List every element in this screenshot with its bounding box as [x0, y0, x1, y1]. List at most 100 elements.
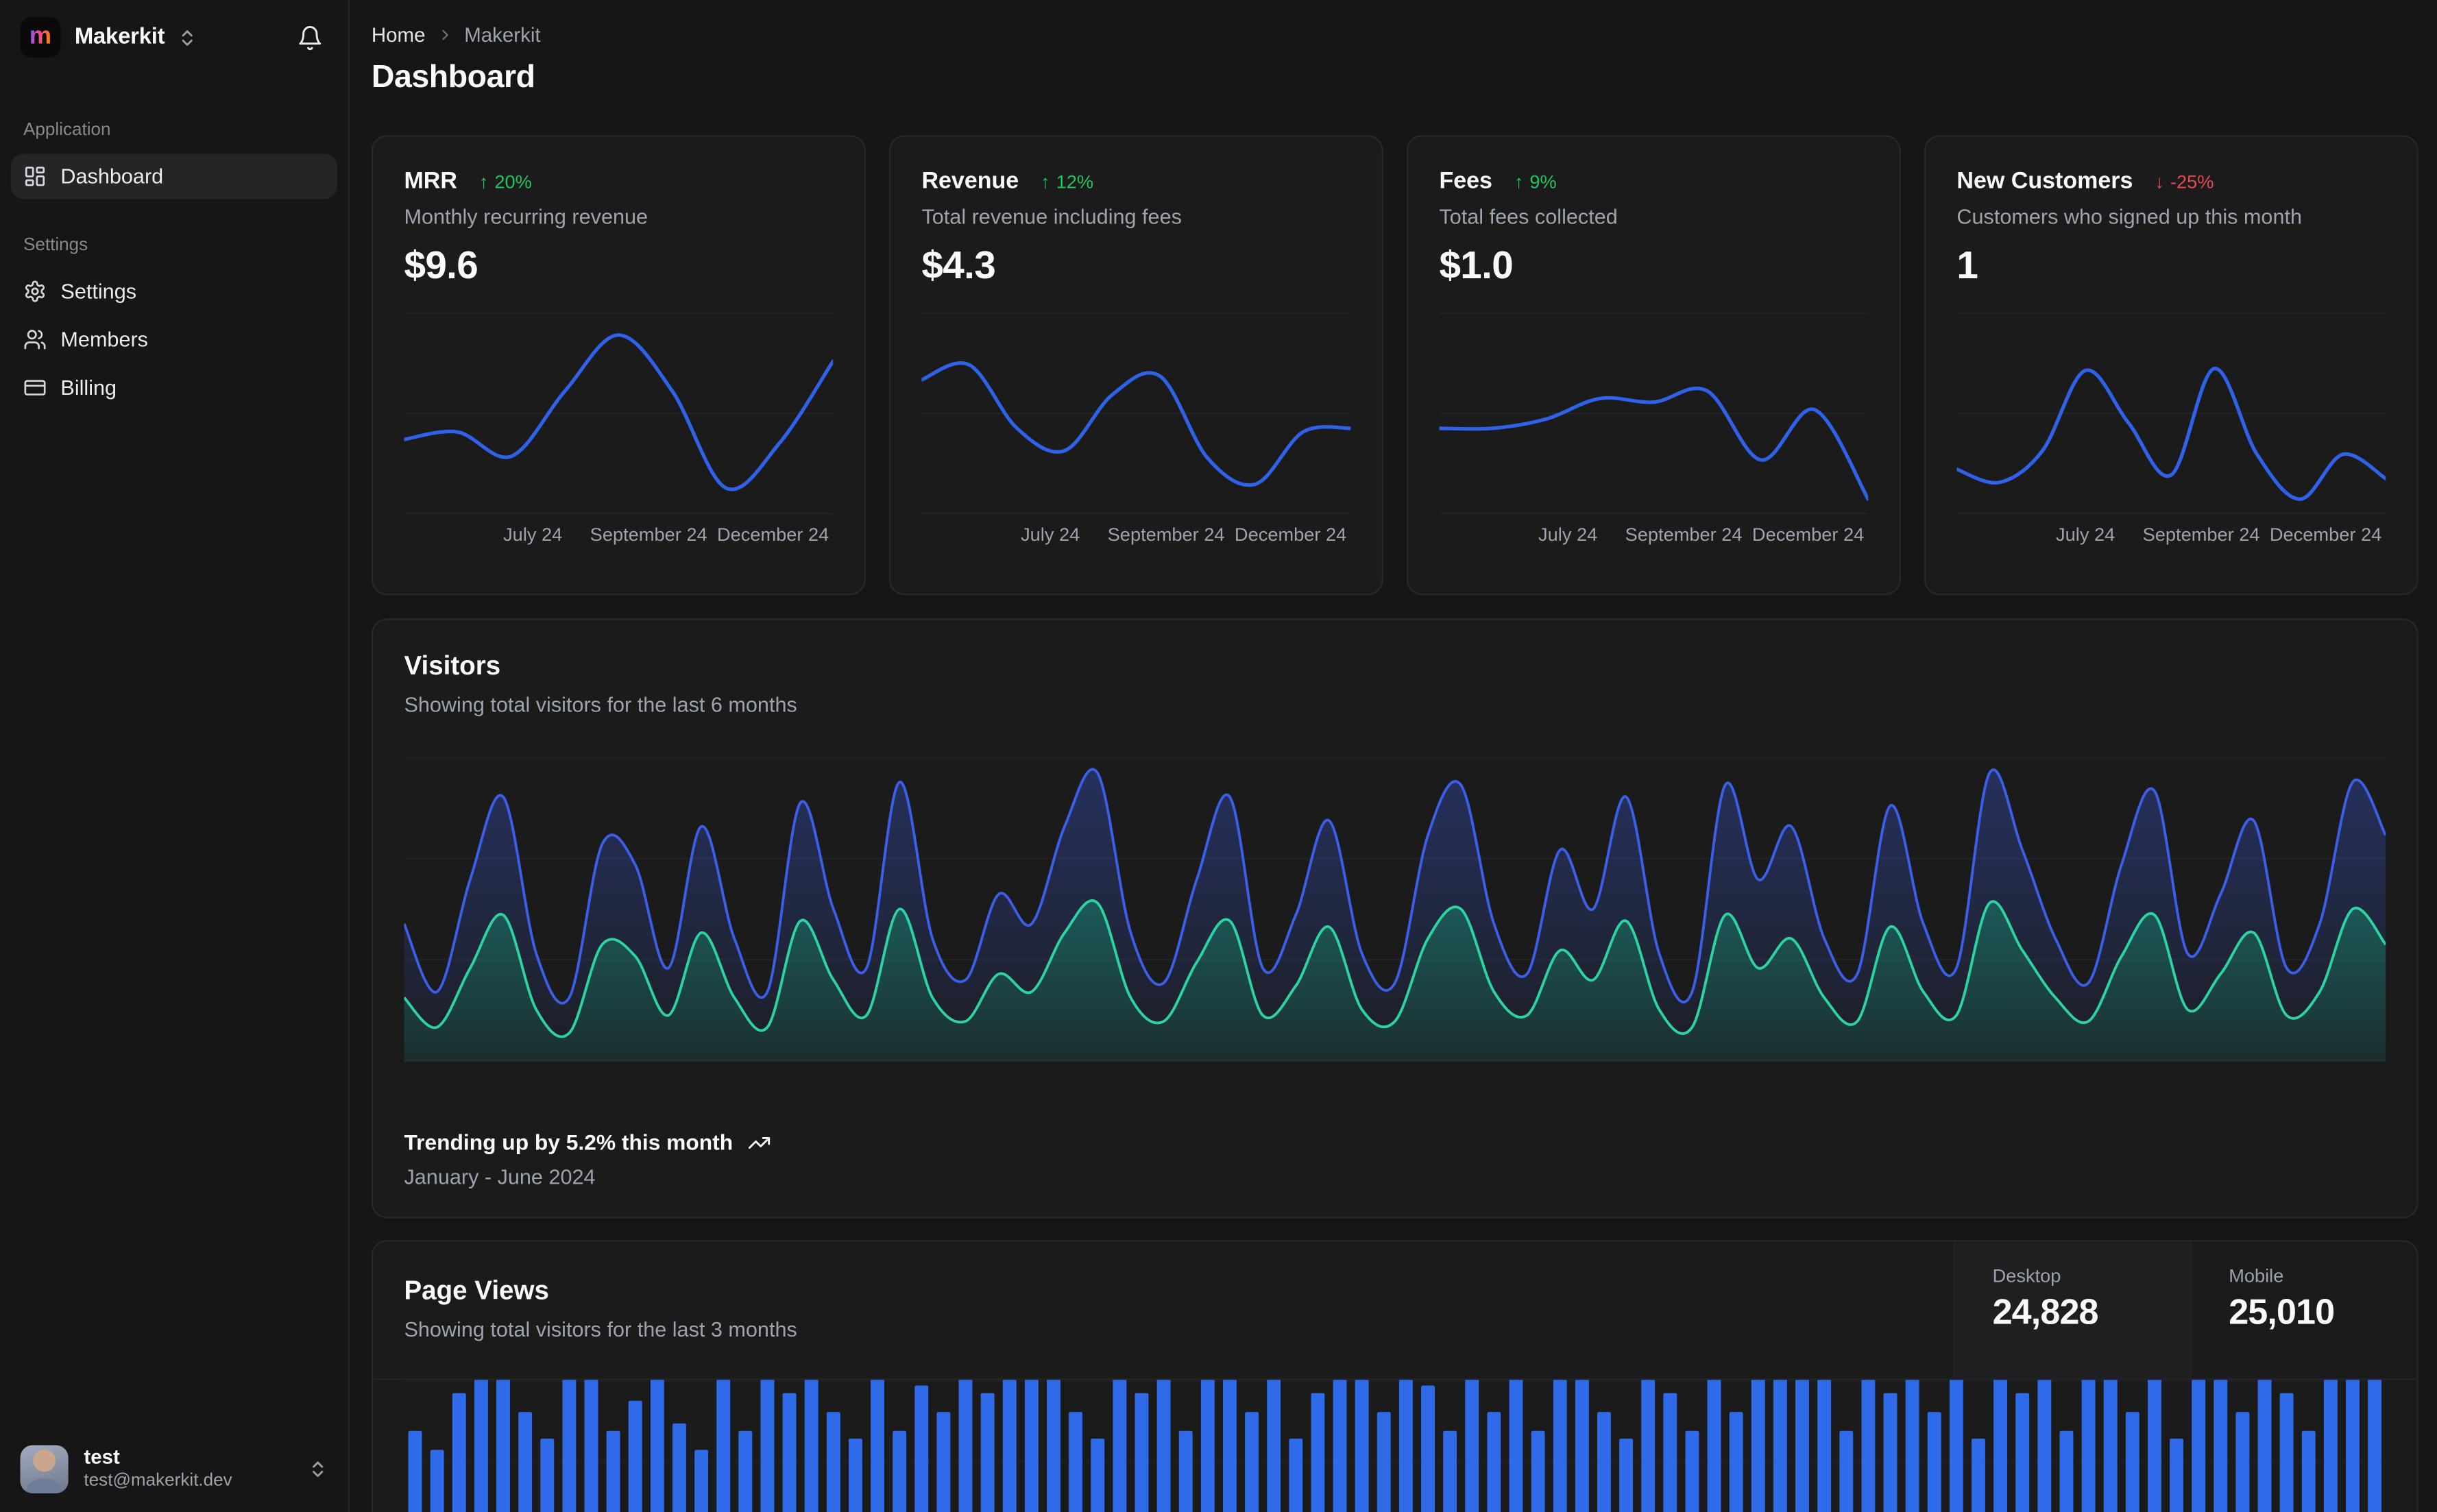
stat-delta-value: -25%	[2170, 170, 2214, 193]
workspace-logo-letter: m	[29, 23, 52, 50]
stat-subtitle: Monthly recurring revenue	[404, 205, 648, 229]
x-tick: July 24	[1021, 524, 1080, 546]
stat-delta-badge: ↑ 12%	[1041, 170, 1093, 192]
user-menu[interactable]: test test@makerkit.dev	[0, 1426, 348, 1512]
x-tick: September 24	[590, 524, 707, 546]
sidebar-nav-settings: Settings Members Billing	[0, 269, 348, 410]
arrow-up-icon: ↑	[1514, 170, 1524, 193]
mrr-sparkline-chart[interactable]	[404, 312, 834, 515]
stat-title: New Customers	[1956, 167, 2133, 195]
stat-value: 1	[1956, 243, 1978, 288]
nav-section-application: Application	[23, 121, 111, 141]
arrow-up-icon: ↑	[1040, 170, 1050, 193]
stat-value: $1.0	[1439, 243, 1514, 288]
sidebar: m Makerkit Application Dashboard Setting…	[0, 0, 350, 1512]
page-views-bar-chart[interactable]	[404, 1380, 2386, 1512]
workspace-name[interactable]: Makerkit	[75, 25, 165, 49]
tab-desktop-value: 24,828	[1992, 1291, 2099, 1332]
stat-delta-badge: ↓ -25%	[2155, 170, 2214, 192]
stat-cards-row: MRR ↑ 20% Monthly recurring revenue $9.6 …	[371, 135, 2418, 596]
x-axis-ticks: July 24 September 24 December 24	[921, 524, 1350, 547]
sidebar-item-label: Members	[60, 328, 148, 352]
breadcrumb: Home Makerkit	[372, 23, 2418, 47]
sidebar-item-label: Dashboard	[60, 164, 164, 188]
nav-section-settings: Settings	[23, 236, 88, 255]
sidebar-item-settings[interactable]: Settings	[11, 269, 337, 314]
x-tick: September 24	[1107, 524, 1225, 546]
app-root: m Makerkit Application Dashboard Setting…	[0, 0, 2437, 1512]
x-tick: September 24	[2142, 524, 2260, 546]
x-tick: July 24	[1538, 524, 1598, 546]
sidebar-item-billing[interactable]: Billing	[11, 365, 337, 411]
x-axis-ticks: July 24 September 24 December 24	[404, 524, 833, 547]
x-tick: July 24	[2056, 524, 2115, 546]
breadcrumb-current[interactable]: Makerkit	[464, 23, 540, 47]
stat-card-fees: Fees ↑ 9% Total fees collected $1.0 July …	[1406, 135, 1901, 596]
stat-card-revenue: Revenue ↑ 12% Total revenue including fee…	[888, 135, 1383, 596]
user-avatar	[20, 1445, 69, 1493]
stat-delta-value: 9%	[1529, 170, 1557, 193]
page-views-header: Page Views Showing total visitors for th…	[373, 1241, 2417, 1380]
stat-subtitle: Total revenue including fees	[921, 205, 1182, 229]
arrow-down-icon: ↓	[2155, 170, 2164, 193]
gear-icon	[23, 280, 47, 303]
workspace-switcher[interactable]: m Makerkit	[0, 0, 348, 73]
x-tick: December 24	[2269, 524, 2382, 546]
users-icon	[23, 328, 47, 351]
x-tick: December 24	[1234, 524, 1347, 546]
stat-delta-badge: ↑ 9%	[1514, 170, 1557, 192]
visitors-trend-text: Trending up by 5.2% this month	[404, 1130, 733, 1155]
visitors-card: Visitors Showing total visitors for the …	[371, 618, 2418, 1219]
trending-up-icon	[747, 1130, 771, 1154]
page-views-title: Page Views	[404, 1276, 549, 1306]
visitors-subtitle: Showing total visitors for the last 6 mo…	[404, 693, 797, 717]
stat-delta-value: 20%	[494, 170, 532, 193]
main-content: Home Makerkit Dashboard MRR ↑ 20% Monthly…	[351, 0, 2437, 1512]
sidebar-item-label: Settings	[60, 280, 137, 304]
tab-mobile-label: Mobile	[2229, 1265, 2284, 1287]
user-info: test test@makerkit.dev	[84, 1446, 232, 1493]
x-tick: December 24	[716, 524, 829, 546]
sidebar-item-label: Billing	[60, 376, 117, 400]
chevrons-up-down-icon	[178, 27, 197, 47]
tab-mobile-value: 25,010	[2229, 1291, 2335, 1332]
tab-mobile[interactable]: Mobile 25,010	[2190, 1241, 2417, 1379]
stat-card-mrr: MRR ↑ 20% Monthly recurring revenue $9.6 …	[371, 135, 866, 596]
sidebar-item-dashboard[interactable]: Dashboard	[10, 154, 337, 199]
x-axis-ticks: July 24 September 24 December 24	[1956, 524, 2386, 547]
page-views-subtitle: Showing total visitors for the last 3 mo…	[404, 1317, 797, 1341]
credit-card-icon	[23, 376, 47, 400]
chevron-right-icon	[436, 27, 453, 44]
revenue-sparkline-chart[interactable]	[921, 312, 1351, 515]
stat-delta-value: 12%	[1056, 170, 1094, 193]
stat-title: Fees	[1439, 167, 1492, 195]
visitors-title: Visitors	[404, 650, 501, 681]
visitors-period: January - June 2024	[404, 1165, 596, 1189]
arrow-up-icon: ↑	[478, 170, 489, 193]
visitors-area-chart[interactable]	[404, 757, 2386, 1062]
dashboard-icon	[23, 164, 47, 188]
stat-title: MRR	[404, 167, 457, 195]
bell-icon	[297, 24, 324, 51]
x-axis-ticks: July 24 September 24 December 24	[1439, 524, 1868, 547]
stat-delta-badge: ↑ 20%	[479, 170, 532, 192]
x-tick: December 24	[1751, 524, 1865, 546]
stat-title: Revenue	[921, 167, 1019, 195]
sidebar-item-members[interactable]: Members	[11, 317, 337, 363]
tab-desktop[interactable]: Desktop 24,828	[1953, 1241, 2190, 1379]
x-tick: July 24	[503, 524, 563, 546]
stat-value: $4.3	[921, 243, 996, 288]
stat-value: $9.6	[404, 243, 478, 288]
breadcrumb-home[interactable]: Home	[372, 23, 426, 47]
workspace-logo[interactable]: m	[20, 16, 61, 58]
notifications-button[interactable]	[292, 19, 328, 55]
stat-card-new-customers: New Customers ↓ -25% Customers who signed…	[1924, 135, 2418, 596]
page-title: Dashboard	[371, 59, 535, 95]
chevrons-up-down-icon	[308, 1459, 328, 1479]
stat-subtitle: Total fees collected	[1439, 205, 1618, 229]
page-views-card: Page Views Showing total visitors for th…	[371, 1240, 2418, 1512]
fees-sparkline-chart[interactable]	[1439, 312, 1869, 515]
sidebar-nav-application: Dashboard	[0, 154, 348, 199]
customers-sparkline-chart[interactable]	[1956, 312, 2386, 515]
x-tick: September 24	[1625, 524, 1743, 546]
